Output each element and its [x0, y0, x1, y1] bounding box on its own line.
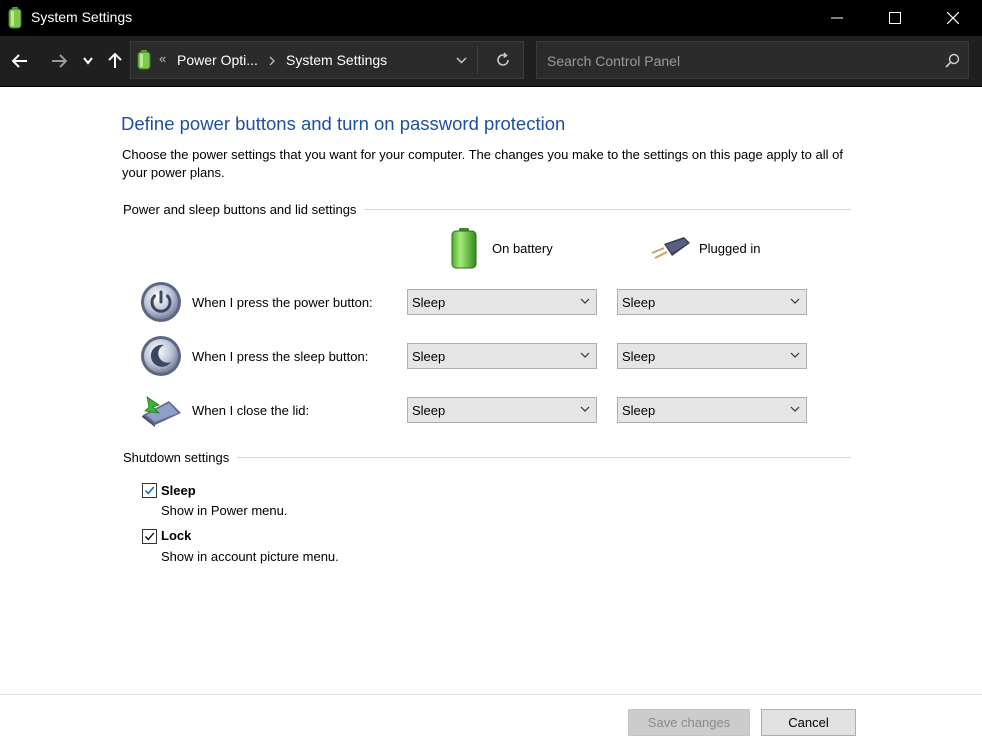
sleep-button-plugged-select[interactable]: Sleep [617, 343, 807, 369]
battery-icon [137, 50, 151, 70]
search-icon[interactable] [945, 53, 960, 68]
row-label-sleep-button: When I press the sleep button: [192, 349, 369, 364]
page-title: Define power buttons and turn on passwor… [121, 113, 566, 134]
chevron-down-icon [580, 298, 590, 304]
maximize-icon [889, 12, 901, 24]
power-button-plugged-select[interactable]: Sleep [617, 289, 807, 315]
address-divider [477, 46, 478, 74]
column-header-on-battery: On battery [492, 241, 553, 256]
lock-checkbox[interactable] [142, 529, 157, 544]
search-box[interactable] [536, 41, 969, 79]
buttons-group-title: Power and sleep buttons and lid settings [123, 202, 365, 217]
up-button[interactable] [103, 48, 127, 74]
title-bar[interactable]: System Settings [0, 0, 982, 36]
recent-locations-button[interactable] [78, 48, 98, 74]
checkmark-icon [144, 486, 155, 495]
breadcrumb-system-settings[interactable]: System Settings [286, 52, 387, 68]
sleep-button-icon [141, 336, 181, 376]
arrow-left-icon [12, 54, 27, 68]
close-button[interactable] [924, 0, 982, 36]
chevron-down-icon [580, 352, 590, 358]
breadcrumb-power-options[interactable]: Power Opti... [177, 52, 258, 68]
breadcrumb-overflow[interactable]: « [159, 51, 166, 66]
search-input[interactable] [545, 48, 929, 74]
column-header-plugged-in: Plugged in [699, 241, 761, 256]
forward-button[interactable] [47, 48, 71, 74]
page-description: Choose the power settings that you want … [122, 147, 843, 180]
maximize-button[interactable] [866, 0, 924, 36]
close-icon [947, 12, 959, 24]
checkmark-icon [145, 532, 155, 541]
power-plug-icon [651, 237, 690, 259]
row-label-power-button: When I press the power button: [192, 295, 373, 310]
sleep-button-battery-select[interactable]: Sleep [407, 343, 597, 369]
battery-icon [8, 7, 22, 29]
shutdown-group-title: Shutdown settings [123, 450, 238, 465]
refresh-icon[interactable] [495, 52, 511, 68]
power-button-icon [141, 282, 181, 322]
laptop-lid-icon [142, 396, 181, 427]
chevron-down-icon [790, 352, 800, 358]
sleep-checkbox-description: Show in Power menu. [161, 503, 288, 518]
arrow-right-icon [52, 54, 67, 68]
back-button[interactable] [8, 48, 32, 74]
window-title: System Settings [31, 9, 133, 25]
battery-icon [451, 228, 477, 269]
save-changes-button[interactable]: Save changes [628, 709, 750, 736]
address-toolbar: « Power Opti... System Settings [0, 36, 982, 87]
cancel-button[interactable]: Cancel [761, 709, 856, 736]
chevron-down-icon[interactable] [456, 57, 467, 64]
row-label-close-lid: When I close the lid: [192, 403, 310, 418]
chevron-down-icon [790, 298, 800, 304]
address-box[interactable]: « Power Opti... System Settings [130, 41, 524, 79]
chevron-down-icon [83, 57, 93, 65]
footer-divider [0, 694, 982, 695]
chevron-right-icon [269, 56, 275, 66]
chevron-down-icon [580, 406, 590, 412]
sleep-checkbox[interactable] [142, 483, 157, 498]
close-lid-plugged-select[interactable]: Sleep [617, 397, 807, 423]
close-lid-battery-select[interactable]: Sleep [407, 397, 597, 423]
sleep-checkbox-label[interactable]: Sleep [161, 483, 196, 498]
lock-checkbox-description: Show in account picture menu. [161, 549, 339, 564]
chevron-down-icon [790, 406, 800, 412]
arrow-up-icon [108, 53, 122, 68]
minimize-button[interactable] [808, 0, 866, 36]
power-button-battery-select[interactable]: Sleep [407, 289, 597, 315]
minimize-icon [831, 17, 843, 19]
lock-checkbox-label[interactable]: Lock [161, 528, 191, 543]
